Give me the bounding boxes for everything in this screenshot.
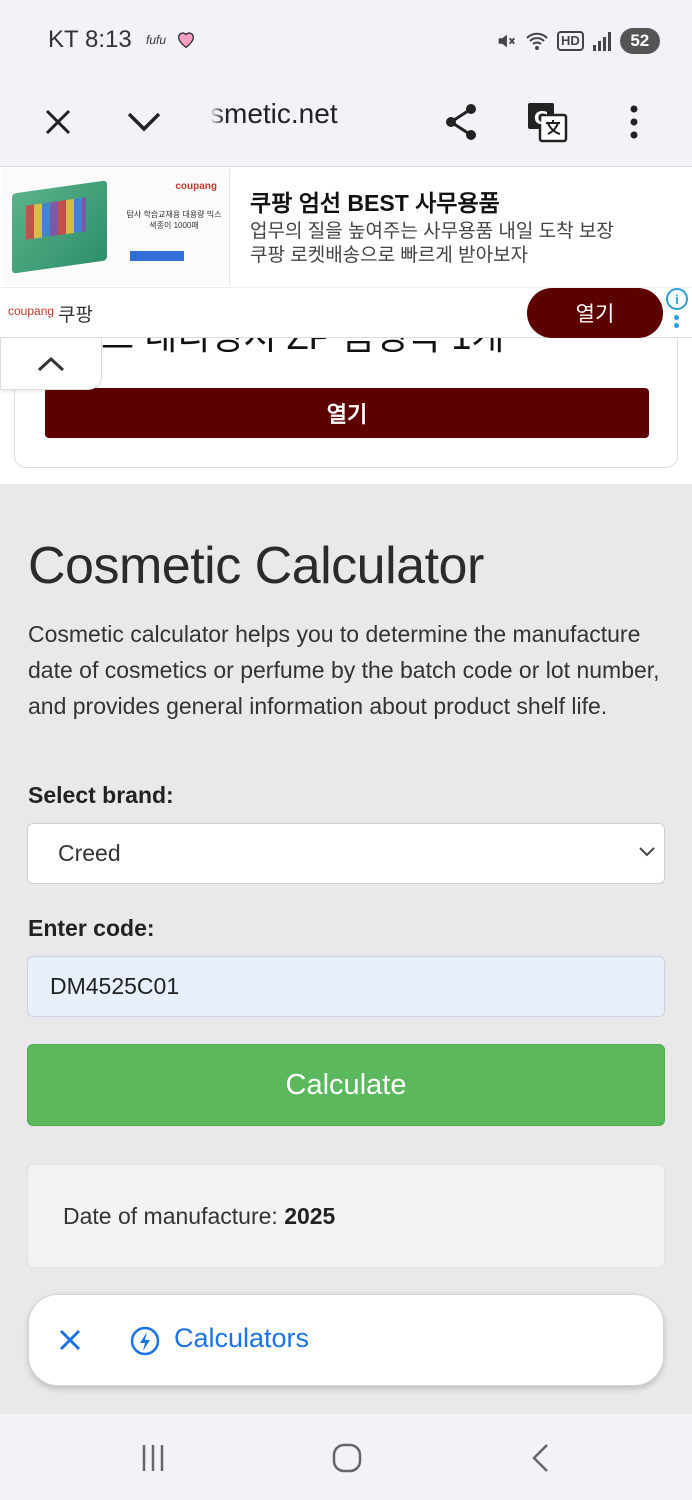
chevron-down-icon xyxy=(639,847,655,857)
ad-collapse-button[interactable] xyxy=(0,338,102,390)
chevron-up-icon xyxy=(37,356,65,371)
url-bar[interactable]: smetic.net xyxy=(210,98,410,130)
ad-brand-logo: coupang xyxy=(8,304,55,318)
close-icon[interactable] xyxy=(32,96,84,148)
intro-text: Cosmetic calculator helps you to determi… xyxy=(28,621,660,719)
calculate-button[interactable]: Calculate xyxy=(27,1044,665,1126)
mute-icon xyxy=(498,34,515,48)
result-value: 2025 xyxy=(284,1203,336,1229)
signal-icon xyxy=(592,32,611,51)
ad-menu-icon[interactable] xyxy=(674,315,679,331)
ad-thumb-text: 탐사 학습교재용 대용량 믹스 색종이 1000매 xyxy=(126,210,222,230)
battery-icon: 52 xyxy=(619,28,660,54)
ad-open-button[interactable]: 열기 xyxy=(527,288,663,338)
calculator-section: Cosmetic Calculator Cosmetic calculator … xyxy=(0,484,692,1414)
brand-select[interactable]: Creed xyxy=(27,823,665,884)
ad-title: 쿠팡 엄선 BEST 사무용품 xyxy=(250,190,500,216)
back-icon[interactable] xyxy=(516,1438,566,1478)
ad-thumb-cta xyxy=(130,251,184,261)
result-label: Date of manufacture: xyxy=(63,1203,285,1229)
ad-thumb-logo: coupang xyxy=(175,181,217,192)
browser-toolbar: smetic.net G xyxy=(0,80,692,166)
ad-description: 업무의 질을 높여주는 사무용품 내일 도착 보장 쿠팡 로켓배송으로 빠르게 … xyxy=(250,220,670,268)
ad-info-icon[interactable]: i xyxy=(666,288,688,310)
calculators-pill[interactable]: Calculators xyxy=(28,1294,664,1386)
ad-desc-line2: 쿠팡 로켓배송으로 빠르게 받아보자 xyxy=(250,245,529,266)
ad-image: coupang 탐사 학습교재용 대용량 믹스 색종이 1000매 xyxy=(2,169,230,286)
product-box-image xyxy=(12,180,107,274)
result-text: Date of manufacture: 2025 xyxy=(63,1203,335,1230)
code-input[interactable] xyxy=(27,956,665,1017)
page-title: Cosmetic Calculator xyxy=(28,537,484,595)
bolt-icon xyxy=(130,1326,160,1356)
secondary-ad-card[interactable]: 느 네디딩시 ZP 믐딩믁 1개 열기 xyxy=(14,330,678,468)
ad-desc-line1: 업무의 질을 높여주는 사무용품 내일 도착 보장 xyxy=(250,221,614,242)
brand-label: Select brand: xyxy=(28,782,174,808)
recent-apps-icon[interactable] xyxy=(128,1438,178,1478)
chevron-down-icon[interactable] xyxy=(118,96,170,148)
more-icon[interactable] xyxy=(608,96,660,148)
close-icon[interactable] xyxy=(55,1325,85,1355)
app-notification-icon: fufu xyxy=(146,33,167,47)
status-bar: KT 8:13 fufu HD 52 xyxy=(0,0,692,80)
home-icon[interactable] xyxy=(322,1438,372,1478)
system-icons: HD 52 xyxy=(495,28,660,54)
code-label: Enter code: xyxy=(28,915,155,941)
ad-brand-name: 쿠팡 xyxy=(58,305,93,326)
wifi-icon xyxy=(526,32,548,50)
hd-voice-icon: HD xyxy=(557,31,584,51)
heart-icon xyxy=(177,32,195,49)
secondary-ad-open-button[interactable]: 열기 xyxy=(45,388,649,438)
svg-text:G: G xyxy=(534,108,549,129)
translate-icon[interactable]: G xyxy=(521,96,573,148)
share-icon[interactable] xyxy=(435,96,487,148)
carrier-label: KT xyxy=(48,26,79,53)
result-box: Date of manufacture: 2025 xyxy=(27,1164,665,1268)
clock: 8:13 xyxy=(85,26,132,53)
system-nav-bar xyxy=(0,1414,692,1500)
calculators-label[interactable]: Calculators xyxy=(174,1323,309,1354)
brand-select-value: Creed xyxy=(58,840,121,866)
